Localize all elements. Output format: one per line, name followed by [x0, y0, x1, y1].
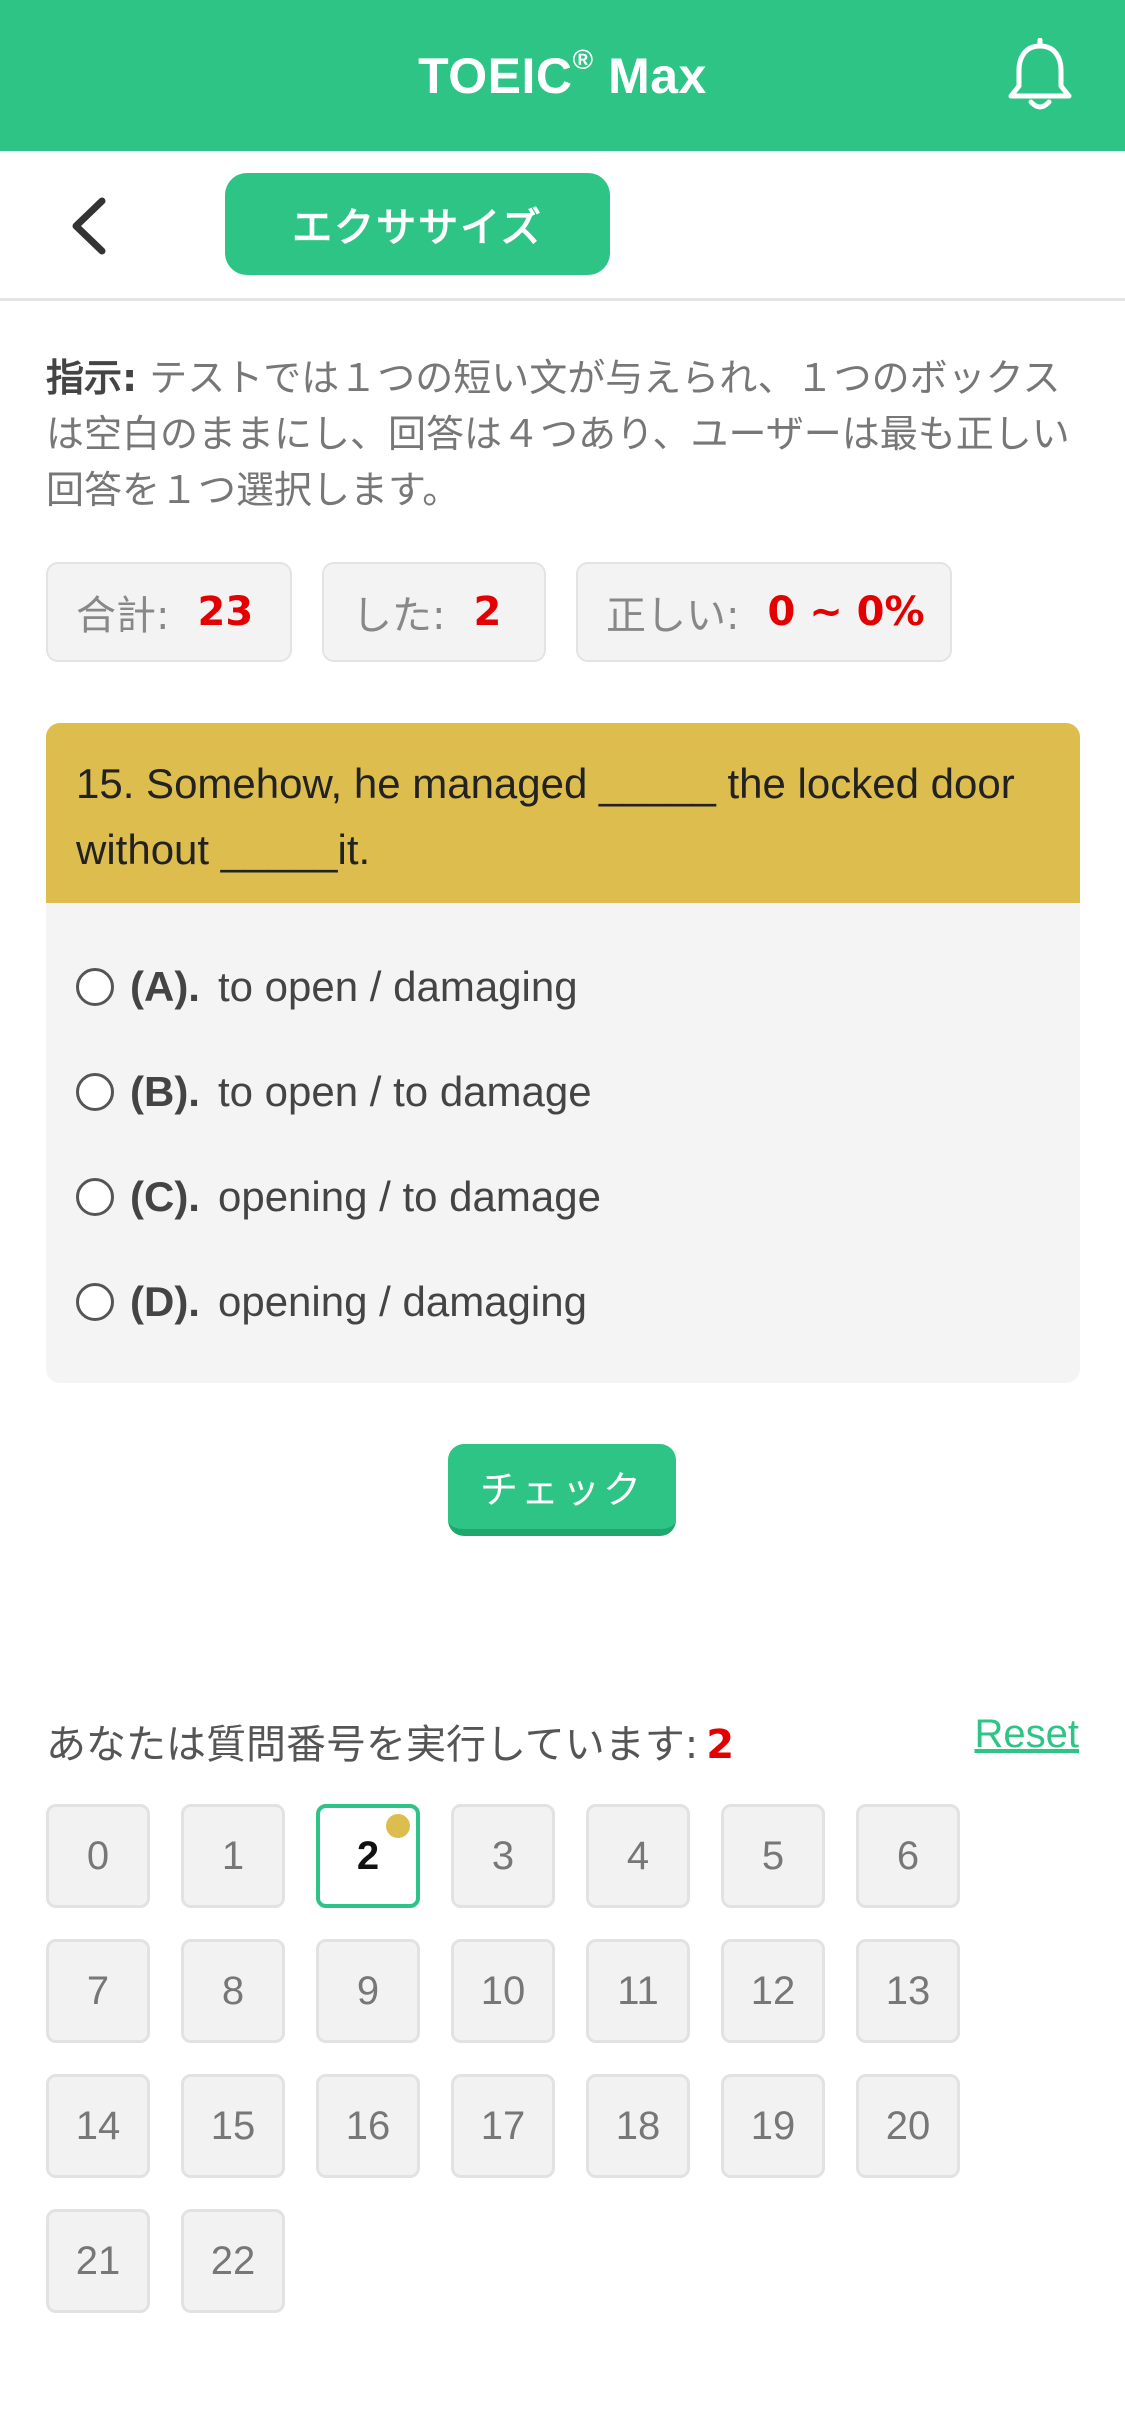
option-b-label: (B).	[130, 1068, 200, 1115]
current-question-indicator: あなたは質問番号を実行しています: 2	[46, 1712, 734, 1770]
option-d-label: (D).	[130, 1278, 200, 1325]
question-number-5[interactable]: 5	[721, 1804, 825, 1908]
question-number-label: 22	[210, 2238, 256, 2283]
radio-c[interactable]	[76, 1178, 114, 1216]
running-label: あなたは質問番号を実行しています:	[46, 1722, 699, 1768]
check-button[interactable]: チェック	[448, 1444, 676, 1536]
option-a[interactable]: (A). to open / damaging	[76, 957, 578, 1017]
question-number-label: 9	[356, 1968, 380, 2013]
instructions-label: 指示:	[46, 356, 138, 400]
option-c-label: (C).	[130, 1173, 200, 1220]
question-number-label: 19	[750, 2103, 796, 2148]
question-number-1[interactable]: 1	[181, 1804, 285, 1908]
question-number-label: 3	[491, 1833, 515, 1878]
stat-done-value: 2	[473, 589, 502, 635]
app-title-suffix: Max	[593, 47, 707, 104]
question-number-12[interactable]: 12	[721, 1939, 825, 2043]
question-number-18[interactable]: 18	[586, 2074, 690, 2178]
option-c-text: opening / to damage	[217, 1173, 601, 1220]
stat-total-label: 合計:	[76, 593, 170, 639]
bell-icon[interactable]	[1005, 38, 1075, 114]
instructions: 指示: テストでは１つの短い文が与えられ、１つのボックスは空白のままにし、回答は…	[46, 350, 1076, 518]
question-number-label: 17	[480, 2103, 526, 2148]
question-number-label: 12	[750, 1968, 796, 2013]
question-number-label: 15	[210, 2103, 256, 2148]
option-b-text: to open / to damage	[217, 1068, 592, 1115]
current-marker-dot	[386, 1814, 410, 1838]
question-number-11[interactable]: 11	[586, 1939, 690, 2043]
option-d[interactable]: (D). opening / damaging	[76, 1272, 587, 1332]
question-number-15[interactable]: 15	[181, 2074, 285, 2178]
question-number-21[interactable]: 21	[46, 2209, 150, 2313]
question-number-9[interactable]: 9	[316, 1939, 420, 2043]
question-number-label: 20	[885, 2103, 931, 2148]
question-number-3[interactable]: 3	[451, 1804, 555, 1908]
back-arrow-icon[interactable]	[60, 191, 120, 261]
question-number-label: 8	[221, 1968, 245, 2013]
question-number-label: 10	[480, 1968, 526, 2013]
question-number-19[interactable]: 19	[721, 2074, 825, 2178]
option-a-label: (A).	[130, 963, 200, 1010]
question-card: 15. Somehow, he managed _____ the locked…	[46, 723, 1080, 1383]
question-number-label: 18	[615, 2103, 661, 2148]
question-number-8[interactable]: 8	[181, 1939, 285, 2043]
question-number-22[interactable]: 22	[181, 2209, 285, 2313]
option-b[interactable]: (B). to open / to damage	[76, 1062, 592, 1122]
question-number-13[interactable]: 13	[856, 1939, 960, 2043]
registered-mark: ®	[572, 43, 594, 75]
option-d-text: opening / damaging	[217, 1278, 587, 1325]
current-question-number: 2	[706, 1722, 735, 1768]
instructions-text: テストでは１つの短い文が与えられ、１つのボックスは空白のままにし、回答は４つあり…	[46, 356, 1070, 512]
question-number-16[interactable]: 16	[316, 2074, 420, 2178]
app-header: TOEIC® Max	[0, 0, 1125, 151]
question-number-4[interactable]: 4	[586, 1804, 690, 1908]
question-number-label: 11	[617, 1968, 659, 2013]
app-title-text: TOEIC	[418, 47, 573, 104]
radio-d[interactable]	[76, 1283, 114, 1321]
question-number-label: 6	[896, 1833, 920, 1878]
stat-total-value: 23	[197, 589, 254, 635]
question-number-label: 4	[626, 1833, 650, 1878]
question-number-label: 5	[761, 1833, 785, 1878]
question-number-6[interactable]: 6	[856, 1804, 960, 1908]
question-number-label: 2	[356, 1833, 380, 1878]
stat-correct-value: 0 ~ 0%	[767, 589, 925, 635]
question-number-2[interactable]: 2	[316, 1804, 420, 1908]
question-number-label: 14	[75, 2103, 121, 2148]
question-number-label: 7	[86, 1968, 110, 2013]
question-number-label: 16	[345, 2103, 391, 2148]
question-number-20[interactable]: 20	[856, 2074, 960, 2178]
option-c[interactable]: (C). opening / to damage	[76, 1167, 601, 1227]
sub-navigation: エクササイズ	[0, 151, 1125, 301]
stat-total: 合計: 23	[46, 562, 292, 662]
stat-done: した: 2	[322, 562, 546, 662]
option-a-text: to open / damaging	[217, 963, 578, 1010]
question-number-label: 21	[75, 2238, 121, 2283]
app-title: TOEIC® Max	[418, 43, 707, 105]
stat-done-label: した:	[352, 593, 446, 639]
question-number-14[interactable]: 14	[46, 2074, 150, 2178]
reset-link[interactable]: Reset	[975, 1712, 1080, 1757]
radio-b[interactable]	[76, 1073, 114, 1111]
stat-correct-label: 正しい:	[606, 593, 740, 639]
question-number-label: 1	[221, 1833, 245, 1878]
question-number-7[interactable]: 7	[46, 1939, 150, 2043]
question-text: 15. Somehow, he managed _____ the locked…	[46, 723, 1080, 903]
question-number-0[interactable]: 0	[46, 1804, 150, 1908]
question-number-10[interactable]: 10	[451, 1939, 555, 2043]
stat-correct: 正しい: 0 ~ 0%	[576, 562, 952, 662]
radio-a[interactable]	[76, 968, 114, 1006]
question-number-label: 0	[86, 1833, 110, 1878]
question-number-label: 13	[885, 1968, 931, 2013]
tab-exercise[interactable]: エクササイズ	[225, 173, 610, 275]
question-number-17[interactable]: 17	[451, 2074, 555, 2178]
